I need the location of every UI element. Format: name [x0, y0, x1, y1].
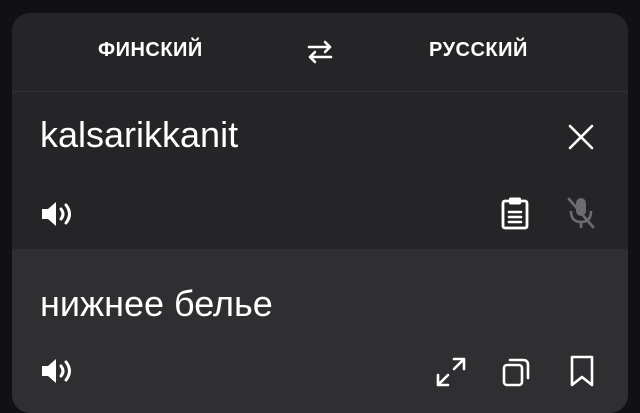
clear-button[interactable]: [567, 123, 595, 151]
copy-icon: [502, 358, 530, 387]
swap-languages-button[interactable]: [305, 37, 335, 67]
source-panel: kalsarikkanit: [12, 92, 628, 249]
speaker-icon: [42, 202, 71, 226]
translation-text: нижнее белье: [40, 283, 273, 324]
fullscreen-button[interactable]: [435, 356, 467, 388]
paste-button[interactable]: [500, 196, 530, 230]
source-text-input[interactable]: kalsarikkanit: [40, 114, 238, 156]
bookmark-icon: [570, 355, 594, 387]
speaker-icon: [42, 359, 71, 383]
copy-button[interactable]: [501, 356, 531, 388]
language-bar: ФИНСКИЙ РУССКИЙ: [12, 13, 628, 92]
speak-translation-button[interactable]: [40, 357, 76, 385]
speak-source-button[interactable]: [40, 200, 76, 228]
swap-arrows-icon: [307, 40, 333, 64]
clipboard-icon: [501, 197, 529, 230]
translation-panel: нижнее белье: [12, 249, 628, 413]
mic-off-icon: [567, 197, 595, 229]
expand-icon: [436, 357, 466, 387]
translator-card: ФИНСКИЙ РУССКИЙ kalsarikkanit нижнее бел…: [12, 13, 628, 413]
mic-button[interactable]: [566, 196, 596, 230]
bookmark-button[interactable]: [569, 354, 595, 388]
target-language-button[interactable]: РУССКИЙ: [429, 39, 528, 62]
close-icon: [568, 124, 594, 150]
source-language-button[interactable]: ФИНСКИЙ: [98, 39, 203, 62]
